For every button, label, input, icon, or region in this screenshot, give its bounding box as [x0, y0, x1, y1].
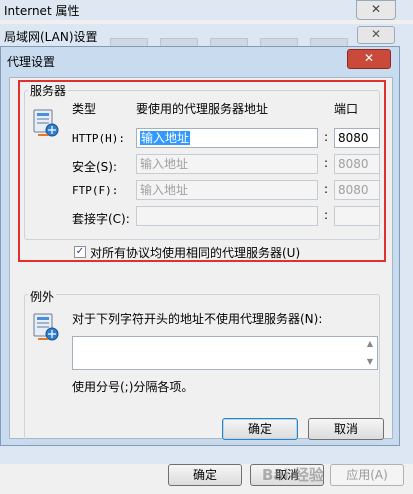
proxy-ok-button[interactable]: 确定	[222, 418, 298, 440]
proxy-settings-body: 服务器 类型 要使用的代理服务器地址 端口 HTTP(H): 输入地址 : 80…	[9, 77, 393, 444]
proxy-cancel-button[interactable]: 取消	[308, 418, 384, 440]
socks-label: 套接字(C):	[72, 212, 130, 226]
socks-colon: :	[324, 208, 329, 222]
exceptions-textarea[interactable]: ▲ ▼	[72, 336, 378, 370]
same-proxy-label[interactable]: 对所有协议均使用相同的代理服务器(U)	[90, 244, 300, 261]
http-port-input[interactable]: 8080	[334, 128, 380, 148]
exceptions-description: 对于下列字符开头的地址不使用代理服务器(N):	[72, 312, 323, 326]
proxy-settings-close-button[interactable]: ✕	[347, 49, 391, 69]
socks-port-input[interactable]	[334, 206, 380, 226]
ftp-colon: :	[324, 182, 329, 196]
internet-apply-button[interactable]: 应用(A)	[330, 464, 404, 486]
servers-col-port: 端口	[334, 102, 359, 116]
servers-col-address: 要使用的代理服务器地址	[136, 102, 269, 116]
http-address-selected-text: 输入地址	[140, 131, 191, 145]
secure-address-input[interactable]: 输入地址	[136, 154, 318, 174]
http-label: HTTP(H):	[72, 132, 125, 145]
same-proxy-checkbox[interactable]: ✓	[74, 246, 86, 258]
socks-address-input[interactable]	[136, 206, 318, 226]
secure-colon: :	[324, 156, 329, 170]
proxy-settings-window: 代理设置 ✕ 服务器 类型 要使用的代理服务器地址 端口 HTTP(H): 输入…	[0, 46, 400, 446]
ftp-label: FTP(F):	[72, 184, 119, 197]
secure-label: 安全(S):	[72, 160, 118, 174]
internet-properties-title: Internet 属性	[4, 4, 80, 18]
ftp-port-input[interactable]: 8080	[334, 180, 380, 200]
http-address-input[interactable]: 输入地址	[136, 128, 318, 148]
internet-ok-button[interactable]: 确定	[168, 464, 242, 486]
watermark: Bai 经验	[262, 466, 324, 484]
secure-port-input[interactable]: 8080	[334, 154, 380, 174]
network-computer-icon	[33, 109, 59, 137]
lan-settings-title: 局域网(LAN)设置	[4, 30, 98, 44]
exceptions-computer-icon	[33, 313, 59, 341]
internet-properties-close-button[interactable]: ✕	[356, 0, 396, 20]
servers-col-type: 类型	[72, 102, 97, 116]
scroll-up-icon[interactable]: ▲	[364, 338, 376, 350]
exceptions-hint: 使用分号(;)分隔各项。	[72, 380, 194, 394]
scroll-down-icon[interactable]: ▼	[364, 356, 376, 368]
exceptions-group-label: 例外	[28, 288, 57, 305]
http-colon: :	[324, 130, 329, 144]
proxy-settings-title: 代理设置	[7, 55, 56, 69]
ftp-address-input[interactable]: 输入地址	[136, 180, 318, 200]
servers-group-label: 服务器	[28, 82, 69, 99]
